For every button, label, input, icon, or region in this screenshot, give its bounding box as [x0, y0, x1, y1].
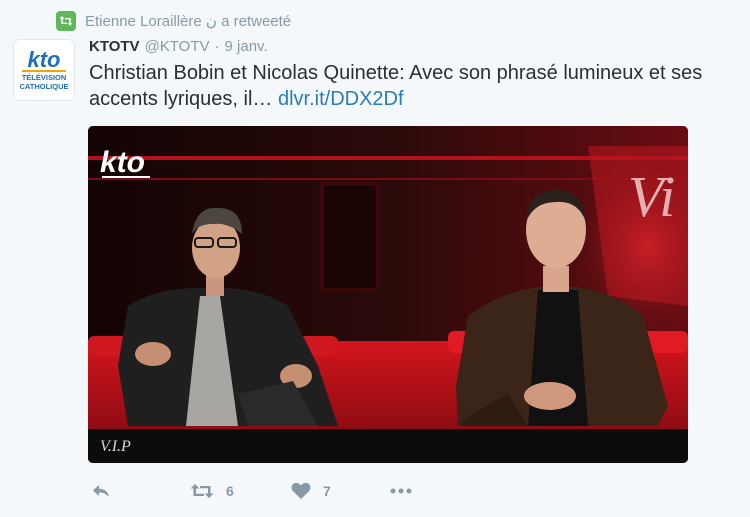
tweet-link[interactable]: dlvr.it/DDX2Df	[278, 88, 404, 110]
retweet-icon	[190, 484, 214, 498]
tv-studio-image: Vi V.I.P kto	[88, 126, 688, 463]
retweet-button[interactable]: 6	[190, 478, 234, 504]
more-icon	[390, 488, 412, 494]
heart-icon	[291, 482, 311, 499]
avatar-logo-mark: kto	[28, 47, 61, 72]
retweet-context: Etienne Loraillère ن a retweeté	[56, 10, 291, 32]
like-count: 7	[323, 483, 331, 499]
avatar[interactable]: kto TÉLÉVISION CATHOLIQUE	[14, 40, 74, 100]
avatar-logo-line2: CATHOLIQUE	[19, 82, 68, 91]
reply-button[interactable]	[92, 478, 110, 504]
tweet-text: Christian Bobin et Nicolas Quinette: Ave…	[89, 60, 739, 112]
like-button[interactable]: 7	[291, 478, 331, 504]
author-name[interactable]: KTOTV	[89, 38, 140, 55]
tweet-timestamp[interactable]: 9 janv.	[225, 38, 268, 55]
tweet[interactable]: Etienne Loraillère ن a retweeté kto TÉLÉ…	[0, 0, 750, 517]
tweet-actions: 6 7	[88, 478, 428, 504]
retweet-count: 6	[226, 483, 234, 499]
more-options-button[interactable]	[390, 478, 412, 504]
video-watermark: kto	[100, 146, 145, 179]
reply-icon	[93, 485, 109, 497]
avatar-logo-line1: TÉLÉVISION	[22, 73, 67, 82]
tweet-header: KTOTV @KTOTV · 9 janv.	[89, 38, 268, 55]
retweet-badge-icon	[56, 11, 76, 31]
header-separator: ·	[214, 38, 220, 55]
svg-text:Vi: Vi	[628, 164, 675, 229]
media-video-still[interactable]: Vi V.I.P kto	[88, 126, 688, 463]
author-handle[interactable]: @KTOTV	[145, 38, 210, 55]
video-caption: V.I.P	[100, 438, 131, 455]
retweeter-text[interactable]: Etienne Loraillère ن a retweeté	[85, 12, 291, 30]
kto-logo: kto TÉLÉVISION CATHOLIQUE	[14, 40, 74, 100]
